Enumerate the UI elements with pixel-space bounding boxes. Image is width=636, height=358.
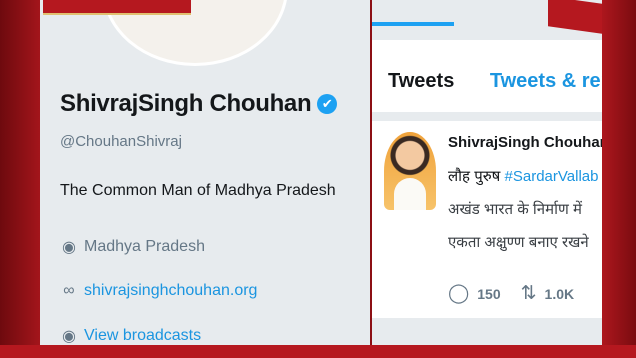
reply-action[interactable]: ◯ 150 bbox=[448, 282, 501, 305]
website-link[interactable]: shivrajsinghchouhan.org bbox=[84, 282, 257, 300]
profile-website[interactable]: ∞ shivrajsinghchouhan.org bbox=[60, 282, 257, 300]
timeline-panel: Tweets Tweets & rep ShivrajSingh Chouhar… bbox=[372, 0, 602, 345]
profile-name: ShivrajSingh Chouhan bbox=[60, 90, 312, 117]
location-pin-icon: ◉ bbox=[62, 239, 76, 256]
timeline-divider bbox=[372, 112, 602, 121]
tab-tweets-and-replies[interactable]: Tweets & rep bbox=[490, 70, 602, 92]
verified-badge-icon: ✔ bbox=[317, 94, 338, 114]
profile-bio: The Common Man of Madhya Pradesh bbox=[60, 182, 336, 199]
location-text: Madhya Pradesh bbox=[84, 238, 205, 255]
broadcasts-link[interactable]: View broadcasts bbox=[84, 327, 201, 345]
tweet-hashtag[interactable]: #SardarVallab bbox=[505, 168, 599, 185]
tweet-text-line-3: एकता अक्षुण्ण बनाए रखने bbox=[448, 234, 589, 251]
tweet-text-line-2: अखंड भारत के निर्माण में bbox=[448, 201, 582, 218]
tv-frame-right bbox=[600, 0, 636, 358]
profile-name-row: ShivrajSingh Chouhan ✔ bbox=[60, 90, 338, 118]
retweet-count: 1.0K bbox=[544, 285, 575, 302]
tab-tweets[interactable]: Tweets bbox=[388, 70, 454, 92]
timeline-next-tweet-edge bbox=[372, 318, 602, 345]
active-tab-underline bbox=[372, 22, 454, 26]
timeline-tabs: Tweets Tweets & rep bbox=[388, 70, 602, 93]
tweet-author-avatar[interactable] bbox=[384, 132, 436, 210]
profile-handle: @ChouhanShivraj bbox=[60, 133, 182, 150]
reply-count: 150 bbox=[477, 285, 501, 302]
tv-frame-left bbox=[0, 0, 40, 358]
tweet-author-name[interactable]: ShivrajSingh Chouhar bbox=[448, 134, 602, 151]
profile-panel: ShivrajSingh Chouhan ✔ @ChouhanShivraj T… bbox=[40, 0, 370, 345]
profile-location: ◉ Madhya Pradesh bbox=[60, 237, 205, 257]
reply-icon: ◯ bbox=[448, 283, 470, 304]
tweet-text-prefix: लौह पुरुष bbox=[448, 168, 505, 185]
broadcast-icon: ◉ bbox=[62, 328, 76, 345]
channel-tag bbox=[43, 0, 191, 15]
news-ticker-bar bbox=[0, 345, 636, 358]
profile-broadcasts[interactable]: ◉ View broadcasts bbox=[60, 326, 201, 345]
retweet-icon: ⇅ bbox=[520, 283, 537, 304]
link-icon: ∞ bbox=[63, 282, 75, 299]
retweet-action[interactable]: ⇅ 1.0K bbox=[521, 282, 575, 305]
tweet-text-line-1: लौह पुरुष #SardarVallab bbox=[448, 166, 598, 186]
tweet-actions: ◯ 150 ⇅ 1.0K bbox=[448, 282, 594, 305]
